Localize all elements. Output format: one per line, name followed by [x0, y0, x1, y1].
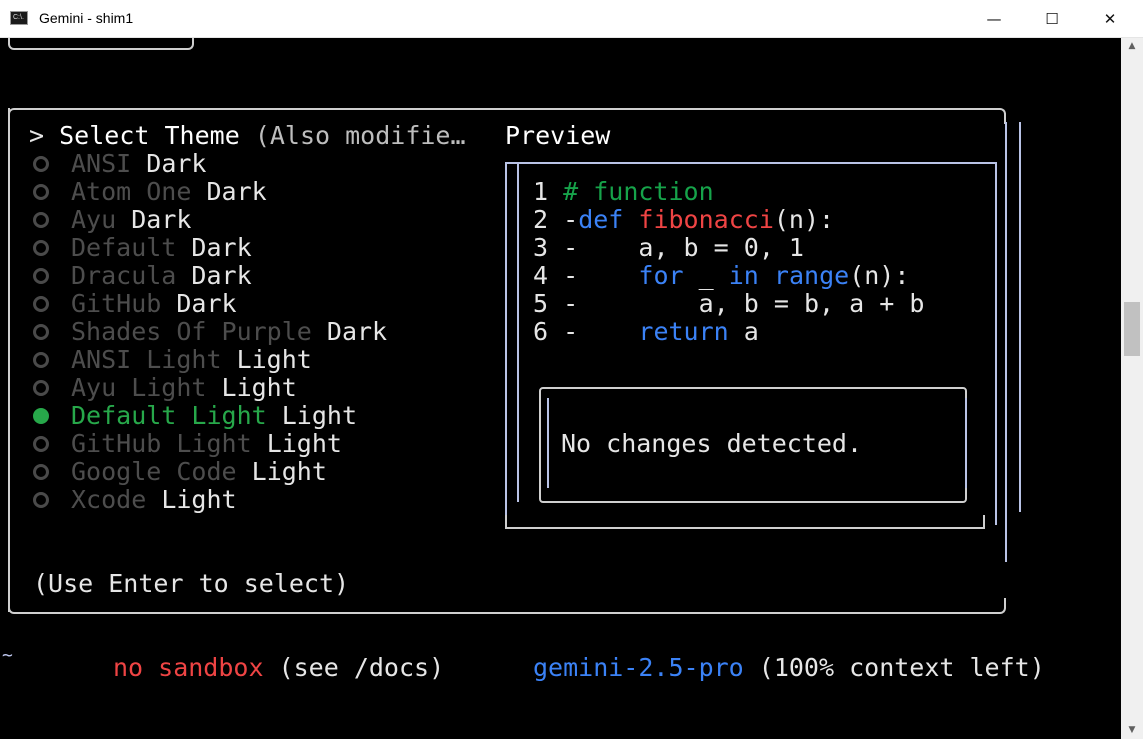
window-titlebar: C:\. Gemini - shim1 — ☐ ✕ — [0, 0, 1143, 38]
code-line: 2 -def fibonacci(n): — [533, 205, 835, 234]
radio-icon[interactable] — [33, 212, 49, 228]
theme-dialog-heading: > Select Theme (Also modifie… — [29, 121, 466, 150]
close-button[interactable]: ✕ — [1087, 0, 1133, 38]
radio-icon[interactable] — [33, 492, 49, 508]
sandbox-status: no sandbox (see /docs) — [113, 653, 445, 682]
code-line: 6 - return a — [533, 317, 759, 346]
scroll-up-arrow-icon[interactable]: ▲ — [1121, 38, 1143, 55]
cwd-indicator: ~ — [2, 645, 13, 666]
code-line: 3 - a, b = 0, 1 — [533, 233, 804, 262]
radio-selected-icon[interactable] — [33, 408, 49, 424]
select-hint: (Use Enter to select) — [33, 569, 350, 598]
radio-icon[interactable] — [33, 352, 49, 368]
preview-panel-bottom-border — [505, 515, 985, 529]
theme-dialog-right-border — [1005, 122, 1007, 562]
preview-label: Preview — [505, 121, 611, 150]
radio-icon[interactable] — [33, 156, 49, 172]
preview-panel-top-border — [505, 162, 995, 164]
model-status: gemini-2.5-pro (100% context left) — [533, 653, 1045, 682]
theme-dialog-bottom-border — [8, 598, 1006, 614]
scroll-down-arrow-icon[interactable]: ▼ — [1121, 722, 1143, 739]
radio-icon[interactable] — [33, 464, 49, 480]
radio-icon[interactable] — [33, 296, 49, 312]
code-line: 1 # function — [533, 177, 714, 206]
minimize-button[interactable]: — — [971, 0, 1017, 38]
previous-box-remnant — [8, 38, 194, 50]
diff-box-inner-right — [965, 398, 967, 488]
radio-icon[interactable] — [33, 184, 49, 200]
maximize-button[interactable]: ☐ — [1029, 0, 1075, 38]
vertical-scrollbar[interactable]: ▲ ▼ — [1121, 38, 1143, 739]
radio-icon[interactable] — [33, 380, 49, 396]
diff-message: No changes detected. — [561, 429, 863, 458]
theme-dialog-outer-right-border — [1019, 122, 1021, 512]
code-line: 5 - a, b = b, a + b — [533, 289, 925, 318]
radio-icon[interactable] — [33, 436, 49, 452]
terminal-app-icon: C:\. — [10, 11, 28, 25]
preview-inner-left-border — [517, 162, 519, 502]
radio-icon[interactable] — [33, 268, 49, 284]
radio-icon[interactable] — [33, 240, 49, 256]
radio-icon[interactable] — [33, 324, 49, 340]
diff-box-inner-left — [547, 398, 549, 488]
code-line: 4 - for _ in range(n): — [533, 261, 910, 290]
scrollbar-thumb[interactable] — [1124, 302, 1140, 356]
window-title: Gemini - shim1 — [39, 10, 134, 26]
terminal-area[interactable]: > Select Theme (Also modifie… Preview AN… — [0, 38, 1121, 739]
